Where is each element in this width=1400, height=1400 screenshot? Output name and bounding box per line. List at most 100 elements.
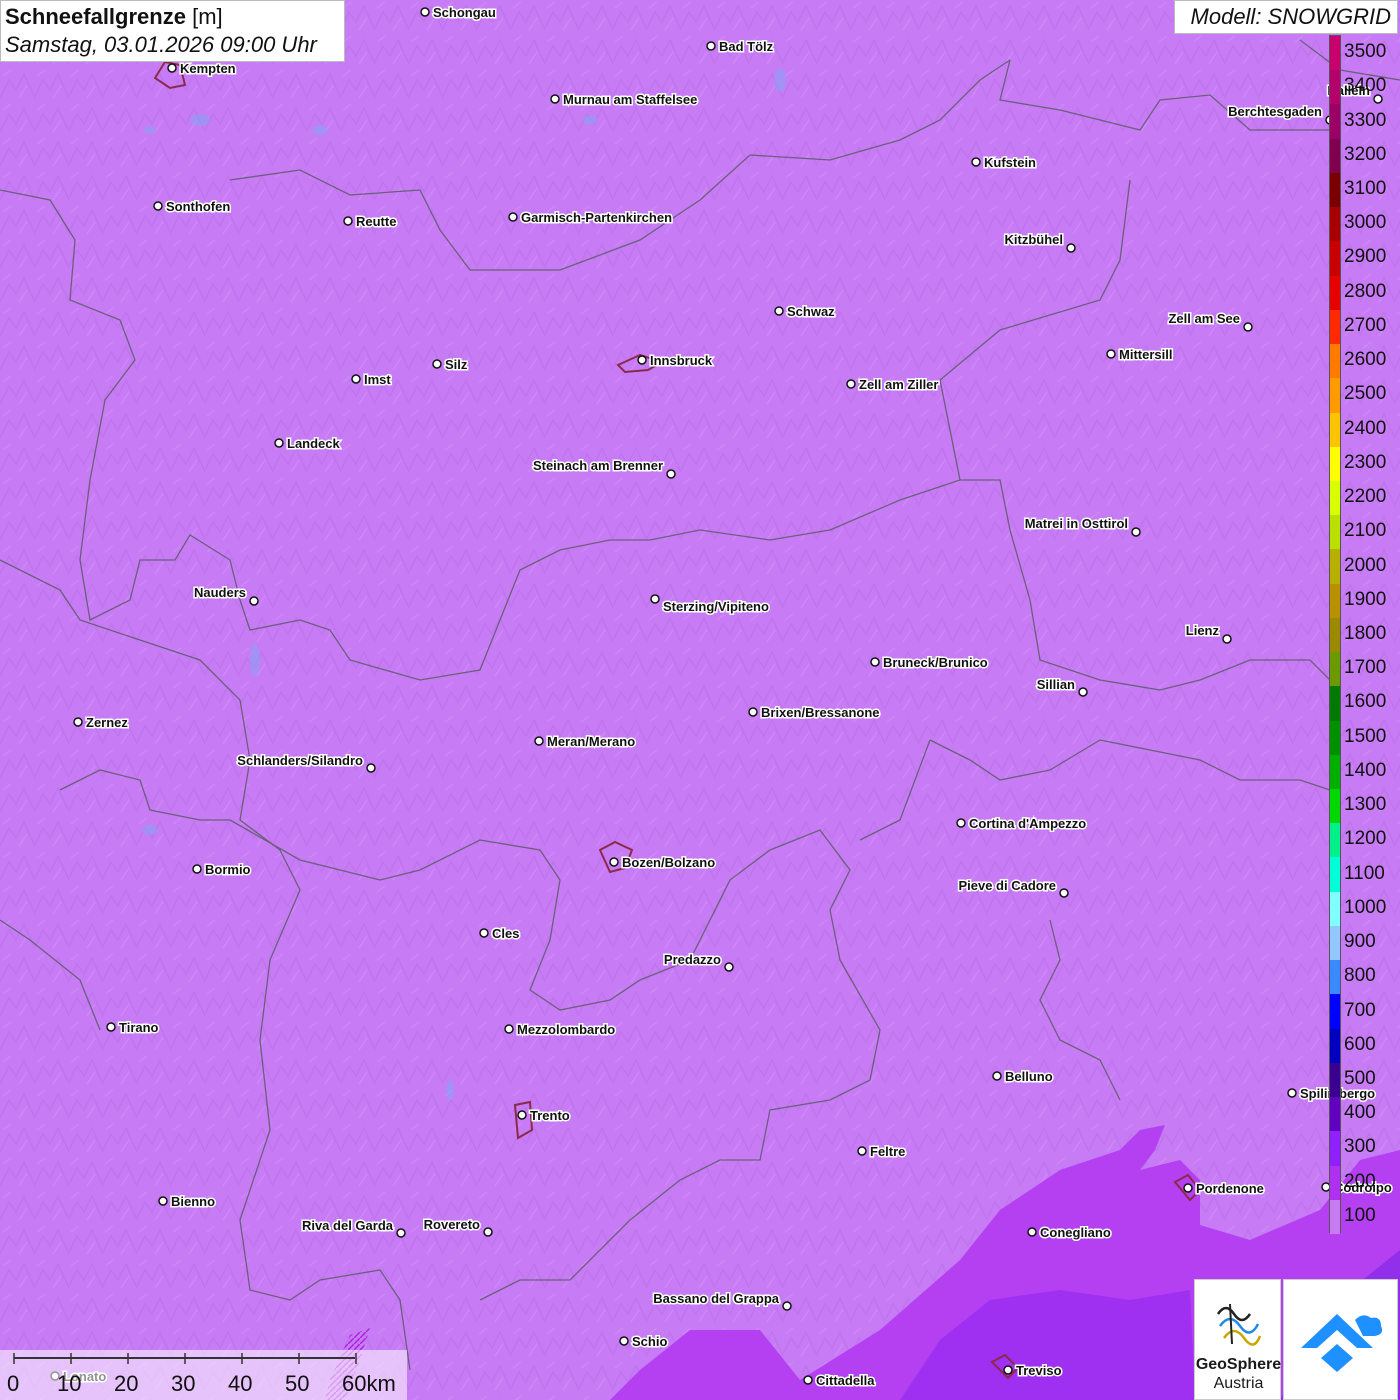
legend-swatch bbox=[1330, 104, 1340, 140]
scale-label: 50 bbox=[285, 1371, 310, 1396]
city-marker[interactable]: Bozen/Bolzano bbox=[609, 854, 717, 872]
city-label: Sonthofen bbox=[166, 199, 230, 214]
city-dot bbox=[846, 379, 856, 389]
legend-label: 1900 bbox=[1344, 588, 1387, 610]
city-dot bbox=[803, 1375, 813, 1385]
city-dot bbox=[650, 594, 660, 604]
city-dot bbox=[706, 41, 716, 51]
legend-swatch bbox=[1330, 549, 1340, 585]
scale-label: 0 bbox=[7, 1371, 20, 1396]
geosphere-name: GeoSphere bbox=[1195, 1356, 1282, 1373]
legend-label: 1800 bbox=[1344, 623, 1387, 644]
legend-label: 2300 bbox=[1344, 451, 1387, 473]
map-title-box: Schneefallgrenze [m] Samstag, 03.01.2026… bbox=[0, 0, 345, 62]
city-dot bbox=[1003, 1365, 1013, 1375]
city-label: Riva del Garda bbox=[302, 1218, 394, 1233]
legend-swatch bbox=[1330, 994, 1340, 1030]
cloud-upload-icon bbox=[1301, 1314, 1383, 1372]
city-label: Kitzbühel bbox=[1005, 232, 1064, 247]
city-label: Zernez bbox=[86, 715, 128, 730]
legend-color-bar bbox=[1329, 35, 1341, 1235]
city-label: Nauders bbox=[194, 585, 246, 600]
city-label: Murnau am Staffelsee bbox=[563, 92, 697, 107]
city-label: Imst bbox=[364, 372, 391, 387]
legend-swatch bbox=[1330, 241, 1340, 277]
legend-label: 200 bbox=[1344, 1170, 1376, 1192]
scale-label: 30 bbox=[171, 1371, 196, 1396]
city-label: Pordenone bbox=[1196, 1181, 1264, 1196]
city-dot bbox=[249, 596, 259, 606]
legend-label: 1000 bbox=[1344, 896, 1387, 918]
city-dot bbox=[1059, 888, 1069, 898]
city-marker[interactable]: Sonthofen bbox=[153, 198, 232, 216]
city-label: Cles bbox=[492, 926, 519, 941]
city-label: Tirano bbox=[119, 1020, 159, 1035]
model-label: Modell: SNOWGRID bbox=[1174, 0, 1398, 34]
legend-label: 1500 bbox=[1344, 725, 1387, 747]
city-marker[interactable]: Zell am Ziller bbox=[846, 376, 940, 394]
city-dot bbox=[1183, 1183, 1193, 1193]
legend-swatch bbox=[1330, 686, 1340, 722]
legend-swatch bbox=[1330, 1199, 1340, 1235]
city-marker[interactable]: Garmisch-Partenkirchen bbox=[508, 209, 674, 227]
legend-swatch bbox=[1330, 754, 1340, 790]
legend-swatch bbox=[1330, 36, 1340, 71]
legend-label: 2100 bbox=[1344, 520, 1387, 542]
city-label: Matrei in Osttirol bbox=[1025, 516, 1128, 531]
legend-swatch bbox=[1330, 857, 1340, 893]
legend-label: 2700 bbox=[1344, 314, 1387, 336]
city-dot bbox=[956, 818, 966, 828]
city-marker[interactable]: Cortina d'Ampezzo bbox=[956, 815, 1088, 833]
geosphere-country: Austria bbox=[1213, 1375, 1264, 1392]
legend-swatch bbox=[1330, 207, 1340, 242]
city-label: Silz bbox=[445, 357, 468, 372]
city-dot bbox=[420, 7, 430, 17]
city-dot bbox=[432, 359, 442, 369]
city-dot bbox=[479, 928, 489, 938]
color-legend: 3500 3400 3300 3200 3100 3000 2900 2800 2700 2600… bbox=[1326, 35, 1400, 1235]
city-dot bbox=[1131, 527, 1141, 537]
legend-swatch bbox=[1330, 960, 1340, 995]
legend-swatch bbox=[1330, 1097, 1340, 1132]
app-logo[interactable] bbox=[1283, 1279, 1398, 1400]
city-label: Bienno bbox=[171, 1194, 215, 1209]
city-dot bbox=[1078, 687, 1088, 697]
city-marker[interactable]: Pordenone bbox=[1183, 1180, 1265, 1198]
legend-label: 300 bbox=[1344, 1136, 1376, 1158]
city-label: Zell am See bbox=[1168, 311, 1240, 326]
city-label: Reutte bbox=[356, 214, 396, 229]
legend-label: 900 bbox=[1344, 931, 1376, 953]
forecast-datetime: Samstag, 03.01.2026 09:00 Uhr bbox=[5, 32, 317, 57]
city-marker[interactable]: Brixen/Bressanone bbox=[748, 704, 881, 722]
city-marker[interactable]: Conegliano bbox=[1027, 1224, 1112, 1242]
city-dot bbox=[550, 94, 560, 104]
legend-label: 600 bbox=[1344, 1033, 1376, 1055]
city-dot bbox=[517, 1110, 527, 1120]
legend-swatch bbox=[1330, 172, 1340, 208]
scale-bar: 0 10 20 30 40 50 60km bbox=[0, 1350, 407, 1400]
geosphere-logo[interactable]: GeoSphere Austria bbox=[1194, 1279, 1281, 1400]
city-dot bbox=[1222, 634, 1232, 644]
city-label: Mezzolombardo bbox=[517, 1022, 615, 1037]
city-marker[interactable]: Mezzolombardo bbox=[504, 1021, 617, 1039]
city-dot bbox=[192, 864, 202, 874]
legend-label: 1200 bbox=[1344, 828, 1387, 850]
city-dot bbox=[534, 736, 544, 746]
city-dot bbox=[609, 857, 619, 867]
city-marker[interactable]: Schongau bbox=[420, 4, 497, 22]
legend-swatch bbox=[1330, 720, 1340, 756]
legend-label: 3200 bbox=[1344, 143, 1387, 165]
legend-swatch bbox=[1330, 1028, 1340, 1064]
legend-swatch bbox=[1330, 309, 1340, 345]
legend-swatch bbox=[1330, 412, 1340, 448]
city-marker[interactable]: Murnau am Staffelsee bbox=[550, 91, 699, 109]
city-dot bbox=[857, 1146, 867, 1156]
city-marker[interactable]: Innsbruck bbox=[637, 352, 714, 370]
city-marker[interactable]: Bruneck/Brunico bbox=[870, 654, 989, 672]
legend-swatch bbox=[1330, 823, 1340, 858]
city-marker[interactable]: Meran/Merano bbox=[534, 733, 637, 751]
city-dot bbox=[366, 763, 376, 773]
snowfall-limit-map[interactable]: Schongau Bad Tölz Kempten Murnau am Staffel… bbox=[0, 0, 1400, 1400]
legend-label: 2500 bbox=[1344, 383, 1387, 405]
legend-label: 500 bbox=[1344, 1067, 1376, 1089]
